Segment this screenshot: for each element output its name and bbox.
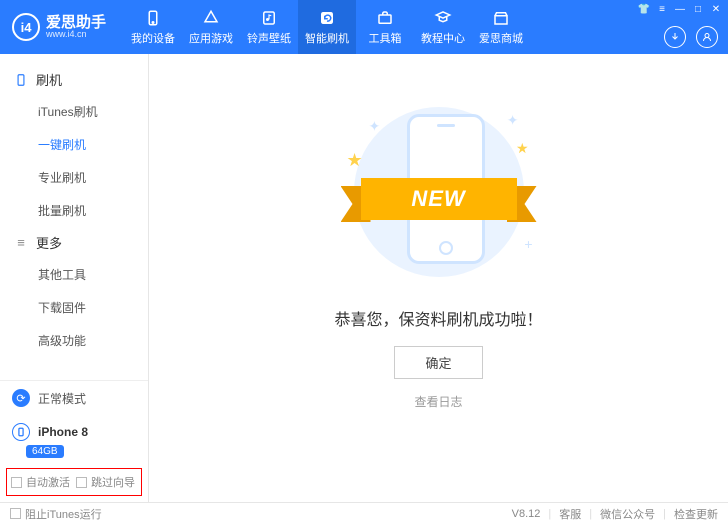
nav-tutorials[interactable]: 教程中心 bbox=[414, 0, 472, 54]
auto-activate-checkbox[interactable]: 自动激活 bbox=[11, 474, 70, 490]
nav-ringtones[interactable]: 铃声壁纸 bbox=[240, 0, 298, 54]
apps-icon bbox=[202, 9, 220, 27]
checkbox-label: 阻止iTunes运行 bbox=[25, 506, 102, 522]
block-itunes-checkbox[interactable]: 阻止iTunes运行 bbox=[10, 506, 102, 522]
close-button[interactable]: ✕ bbox=[708, 1, 724, 17]
toolbox-icon bbox=[376, 9, 394, 27]
minimize-button[interactable]: — bbox=[672, 1, 688, 17]
download-icon[interactable] bbox=[664, 26, 686, 48]
logo-icon: i4 bbox=[12, 13, 40, 41]
flash-icon bbox=[318, 9, 336, 27]
sidebar-item-batch-flash[interactable]: 批量刷机 bbox=[0, 194, 148, 227]
nav-toolbox[interactable]: 工具箱 bbox=[356, 0, 414, 54]
footer-link-update[interactable]: 检查更新 bbox=[674, 506, 718, 522]
nav-label: 爱思商城 bbox=[479, 30, 523, 46]
shirt-icon[interactable]: 👕 bbox=[636, 1, 652, 17]
group-title: 刷机 bbox=[36, 70, 62, 89]
nav-store[interactable]: 爱思商城 bbox=[472, 0, 530, 54]
more-icon: ≡ bbox=[14, 236, 28, 250]
sidebar: 刷机 iTunes刷机 一键刷机 专业刷机 批量刷机 ≡ 更多 其他工具 下载固… bbox=[0, 54, 149, 502]
mode-label: 正常模式 bbox=[38, 390, 86, 407]
nav-label: 教程中心 bbox=[421, 30, 465, 46]
title-bar: i4 爱思助手 www.i4.cn 我的设备 应用游戏 铃声壁纸 智能刷机 工具… bbox=[0, 0, 728, 54]
sidebar-item-other-tools[interactable]: 其他工具 bbox=[0, 258, 148, 291]
device-name: iPhone 8 bbox=[38, 425, 88, 439]
group-title: 更多 bbox=[36, 233, 62, 252]
mode-icon: ⟳ bbox=[12, 389, 30, 407]
app-url: www.i4.cn bbox=[46, 30, 106, 39]
mode-row[interactable]: ⟳ 正常模式 bbox=[0, 381, 148, 415]
nav-label: 铃声壁纸 bbox=[247, 30, 291, 46]
main-panel: ✦✦+ ★★ NEW 恭喜您，保资料刷机成功啦！ 确定 查看日志 bbox=[149, 54, 728, 502]
storage-badge: 64GB bbox=[26, 445, 64, 458]
device-icon bbox=[144, 9, 162, 27]
logo-area: i4 爱思助手 www.i4.cn bbox=[0, 13, 116, 41]
version-label: V8.12 bbox=[512, 508, 541, 520]
tutorial-icon bbox=[434, 9, 452, 27]
nav-label: 我的设备 bbox=[131, 30, 175, 46]
sidebar-item-itunes-flash[interactable]: iTunes刷机 bbox=[0, 95, 148, 128]
bottom-checks-highlight: 自动激活 跳过向导 bbox=[6, 468, 142, 496]
view-log-link[interactable]: 查看日志 bbox=[414, 393, 462, 410]
store-icon bbox=[492, 9, 510, 27]
success-message: 恭喜您，保资料刷机成功啦！ bbox=[334, 306, 542, 330]
window-controls: 👕 ≡ — □ ✕ bbox=[636, 0, 724, 18]
phone-icon bbox=[14, 73, 28, 87]
user-icon[interactable] bbox=[696, 26, 718, 48]
confirm-button[interactable]: 确定 bbox=[394, 346, 482, 379]
sidebar-item-pro-flash[interactable]: 专业刷机 bbox=[0, 161, 148, 194]
status-bar: 阻止iTunes运行 V8.12 | 客服 | 微信公众号 | 检查更新 bbox=[0, 502, 728, 524]
nav-flash[interactable]: 智能刷机 bbox=[298, 0, 356, 54]
nav-my-device[interactable]: 我的设备 bbox=[124, 0, 182, 54]
sidebar-item-download-firmware[interactable]: 下载固件 bbox=[0, 291, 148, 324]
device-small-icon bbox=[12, 423, 30, 441]
success-illustration: ✦✦+ ★★ NEW bbox=[339, 102, 539, 282]
checkbox-label: 跳过向导 bbox=[91, 474, 135, 490]
nav-label: 智能刷机 bbox=[305, 30, 349, 46]
sidebar-group-flash[interactable]: 刷机 bbox=[0, 64, 148, 95]
footer-link-wechat[interactable]: 微信公众号 bbox=[600, 506, 655, 522]
device-row[interactable]: iPhone 8 bbox=[0, 415, 148, 443]
skip-wizard-checkbox[interactable]: 跳过向导 bbox=[76, 474, 135, 490]
maximize-button[interactable]: □ bbox=[690, 1, 706, 17]
music-icon bbox=[260, 9, 278, 27]
menu-icon[interactable]: ≡ bbox=[654, 1, 670, 17]
checkbox-label: 自动激活 bbox=[26, 474, 70, 490]
nav-label: 工具箱 bbox=[369, 30, 402, 46]
nav-label: 应用游戏 bbox=[189, 30, 233, 46]
top-nav: 我的设备 应用游戏 铃声壁纸 智能刷机 工具箱 教程中心 爱思商城 bbox=[124, 0, 530, 54]
footer-link-support[interactable]: 客服 bbox=[559, 506, 581, 522]
sidebar-bottom: ⟳ 正常模式 iPhone 8 64GB bbox=[0, 380, 148, 466]
sidebar-item-oneclick-flash[interactable]: 一键刷机 bbox=[0, 128, 148, 161]
sidebar-item-advanced[interactable]: 高级功能 bbox=[0, 324, 148, 357]
header-right-icons bbox=[664, 26, 718, 48]
ribbon-text: NEW bbox=[361, 178, 517, 220]
nav-apps[interactable]: 应用游戏 bbox=[182, 0, 240, 54]
sidebar-group-more[interactable]: ≡ 更多 bbox=[0, 227, 148, 258]
app-name: 爱思助手 bbox=[46, 15, 106, 30]
